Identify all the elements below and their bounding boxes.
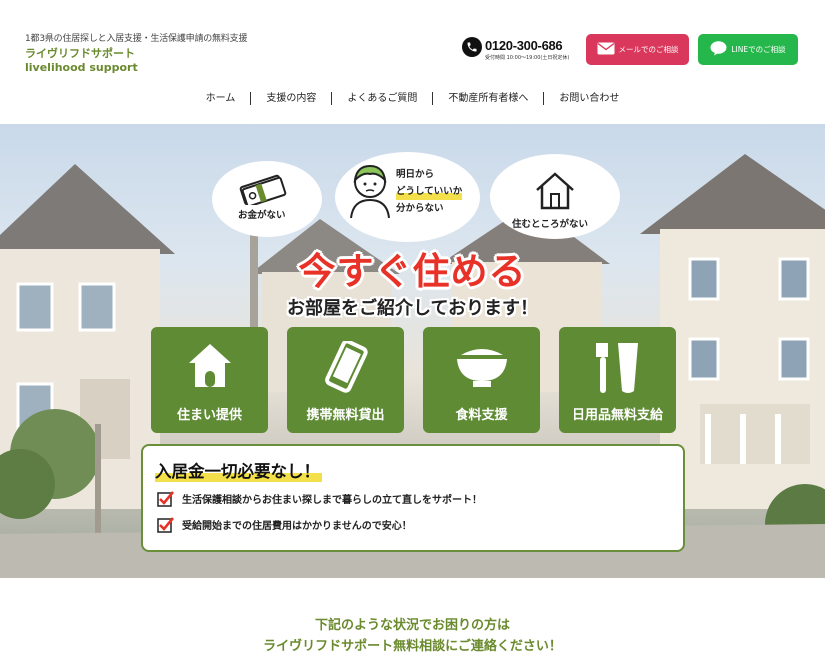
phone-contact[interactable]: 0120-300-686 受付時間 10:00〜19:00(土日祝定休) <box>462 37 580 63</box>
checkbox-icon <box>157 516 175 533</box>
info-title: 入居金一切必要なし！ <box>155 458 322 482</box>
phone-hours: 受付時間 10:00〜19:00(土日祝定休) <box>485 55 570 61</box>
phone-number: 0120-300-686 <box>485 38 563 53</box>
consult-heading-line-1: 下記のような状況でお困りの方は <box>314 618 510 633</box>
line-icon <box>710 41 727 58</box>
bubble-text-money: お金がない <box>238 210 286 221</box>
bubble-text-tomorrow-1: 明日から <box>396 169 435 180</box>
site-header: 1都3県の住居探しと入居支援・生活保護申請の無料支援 ライヴリフドサポート li… <box>0 0 825 124</box>
info-point-1: 生活保護相談からお住まい探しまで暮らしの立て直しをサポート！ <box>157 490 482 507</box>
consult-section: 下記のような状況でお困りの方は ライヴリフドサポート無料相談にご連絡ください！ <box>0 578 825 672</box>
info-point-1-text: 生活保護相談からお住まい探しまで暮らしの立て直しをサポート！ <box>182 495 482 506</box>
house-icon <box>188 344 231 387</box>
tile-label-food: 食料支援 <box>455 408 508 423</box>
mail-consult-button[interactable]: メールでのご相談 <box>586 34 689 65</box>
bubble-text-tomorrow-3: 分からない <box>396 203 444 214</box>
checkbox-icon <box>157 490 175 507</box>
consult-heading-line-2: ライヴリフドサポート無料相談にご連絡ください！ <box>263 639 562 654</box>
info-point-2-text: 受給開始までの住居費用はかかりませんので安心！ <box>182 521 412 532</box>
mail-icon <box>597 42 615 57</box>
money-icon <box>239 174 287 205</box>
service-tile-phone[interactable]: 携帯無料貸出 <box>287 327 404 433</box>
info-box: 入居金一切必要なし！ 生活保護相談からお住まい探しまで暮らしの立て直しをサポート… <box>141 444 685 552</box>
bubble-text-home: 住むところがない <box>512 219 589 230</box>
global-nav: ホーム 支援の内容 よくあるご質問 不動産所有者様へ お問い合わせ <box>0 92 825 105</box>
mail-button-label: メールでのご相談 <box>618 45 679 54</box>
nav-item-services[interactable]: 支援の内容 <box>250 92 331 105</box>
rice-bowl-icon <box>456 349 507 387</box>
hero-subheadline: お部屋をご紹介しております！ <box>287 298 538 319</box>
logo-text-en: livelihood support <box>25 61 138 74</box>
info-point-2: 受給開始までの住居費用はかかりませんので安心！ <box>157 516 412 533</box>
hero-headline: 今すぐ住める <box>298 250 527 293</box>
bubble-text-tomorrow-2: どうしていいか <box>396 183 463 200</box>
line-button-label: LINEでのご相談 <box>731 45 786 54</box>
smartphone-icon <box>324 341 368 393</box>
tile-label-phone: 携帯無料貸出 <box>306 408 385 423</box>
logo-text-ja: ライヴリフドサポート <box>25 47 135 60</box>
house-outline-icon <box>536 172 574 210</box>
service-tile-food[interactable]: 食料支援 <box>423 327 540 433</box>
site-logo[interactable]: ライヴリフドサポート livelihood support <box>25 47 138 75</box>
tile-label-housing: 住まい提供 <box>176 408 242 423</box>
nav-item-owners[interactable]: 不動産所有者様へ <box>432 92 543 105</box>
worried-person-icon <box>350 164 390 218</box>
service-tile-housing[interactable]: 住まい提供 <box>151 327 268 433</box>
nav-item-faq[interactable]: よくあるご質問 <box>331 92 432 105</box>
service-tile-goods[interactable]: 日用品無料支給 <box>559 327 676 433</box>
line-consult-button[interactable]: LINEでのご相談 <box>698 34 798 65</box>
nav-item-home[interactable]: ホーム <box>191 92 251 105</box>
hero-section: お金がない 明日から どうしていいか 分からない 住むところがない 今すぐ住める… <box>0 124 825 578</box>
tile-label-goods: 日用品無料支給 <box>571 408 663 423</box>
site-tagline: 1都3県の住居探しと入居支援・生活保護申請の無料支援 <box>25 34 248 44</box>
toothbrush-icon <box>595 343 638 393</box>
phone-icon <box>462 37 482 57</box>
nav-item-contact[interactable]: お問い合わせ <box>543 92 634 105</box>
